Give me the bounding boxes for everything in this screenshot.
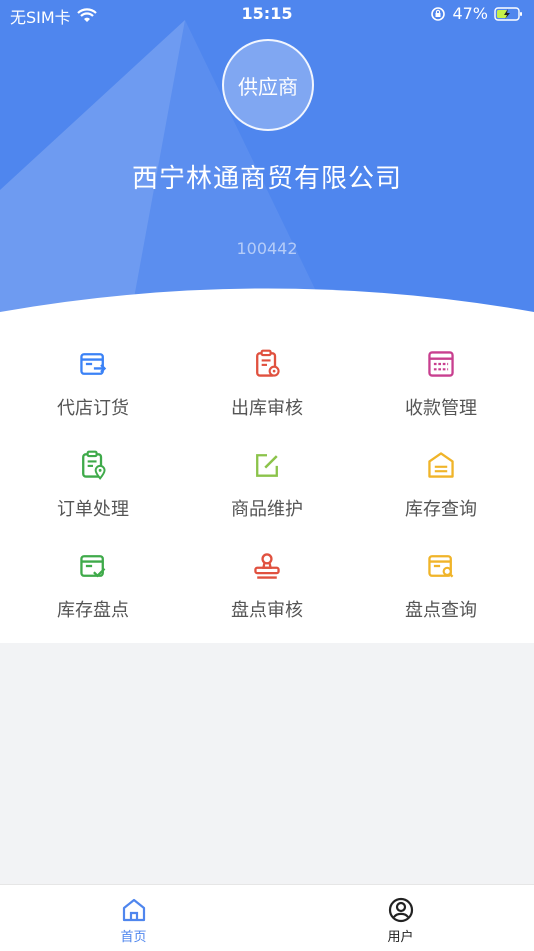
- stocktake-query-icon: [428, 555, 454, 578]
- tab-user-label: 用户: [387, 930, 414, 945]
- menu-grid: 代店订货 出库审核 收款管理 订单处理 商品维护 库存查询 库存盘点 盘点审核 …: [0, 320, 534, 643]
- store-order-icon: [80, 353, 107, 375]
- stocktake-icon: [80, 555, 106, 578]
- tab-home[interactable]: 首页: [0, 885, 267, 951]
- user-icon: [388, 897, 413, 923]
- avatar-label: 供应商: [238, 74, 298, 99]
- profile-header: 无SIM卡 15:15 47% 供应商 西宁林通商贸有限公司 100442: [0, 0, 534, 320]
- menu-label: 出库审核: [231, 398, 303, 419]
- menu-item-stocktake[interactable]: 库存盘点: [4, 532, 182, 622]
- stocktake-audit-icon: [254, 553, 280, 579]
- menu-label: 订单处理: [57, 499, 129, 520]
- menu-item-order-process[interactable]: 订单处理: [4, 431, 182, 521]
- tab-home-label: 首页: [120, 930, 147, 945]
- status-bar: 无SIM卡 15:15 47%: [0, 0, 534, 28]
- order-process-icon: [82, 450, 106, 480]
- payment-management-icon: [428, 351, 454, 377]
- tab-user[interactable]: 用户: [267, 885, 534, 951]
- menu-item-store-order[interactable]: 代店订货: [4, 330, 182, 420]
- menu-label: 库存查询: [405, 499, 477, 520]
- menu-item-inventory-query[interactable]: 库存查询: [352, 431, 530, 521]
- menu-item-stocktake-query[interactable]: 盘点查询: [352, 532, 530, 622]
- menu-label: 库存盘点: [57, 600, 129, 621]
- supplier-code: 100442: [236, 239, 298, 258]
- menu-label: 盘点查询: [405, 600, 477, 621]
- battery-icon: [494, 6, 522, 21]
- outbound-audit-icon: [256, 349, 280, 377]
- company-name: 西宁林通商贸有限公司: [131, 164, 402, 194]
- menu-label: 收款管理: [405, 398, 477, 419]
- menu-item-payment-management[interactable]: 收款管理: [352, 330, 530, 420]
- battery-percent: 47%: [452, 4, 488, 23]
- avatar: 供应商: [222, 39, 314, 131]
- menu-label: 盘点审核: [231, 600, 303, 621]
- tab-bar: 首页 用户: [0, 884, 534, 951]
- menu-item-outbound-audit[interactable]: 出库审核: [178, 330, 356, 420]
- product-edit-icon: [256, 454, 278, 477]
- menu-item-stocktake-audit[interactable]: 盘点审核: [178, 532, 356, 622]
- menu-label: 商品维护: [231, 499, 303, 520]
- menu-item-product-edit[interactable]: 商品维护: [178, 431, 356, 521]
- menu-label: 代店订货: [57, 398, 129, 419]
- rotation-lock-icon: [431, 6, 446, 21]
- inventory-query-icon: [428, 452, 454, 478]
- home-icon: [122, 898, 145, 922]
